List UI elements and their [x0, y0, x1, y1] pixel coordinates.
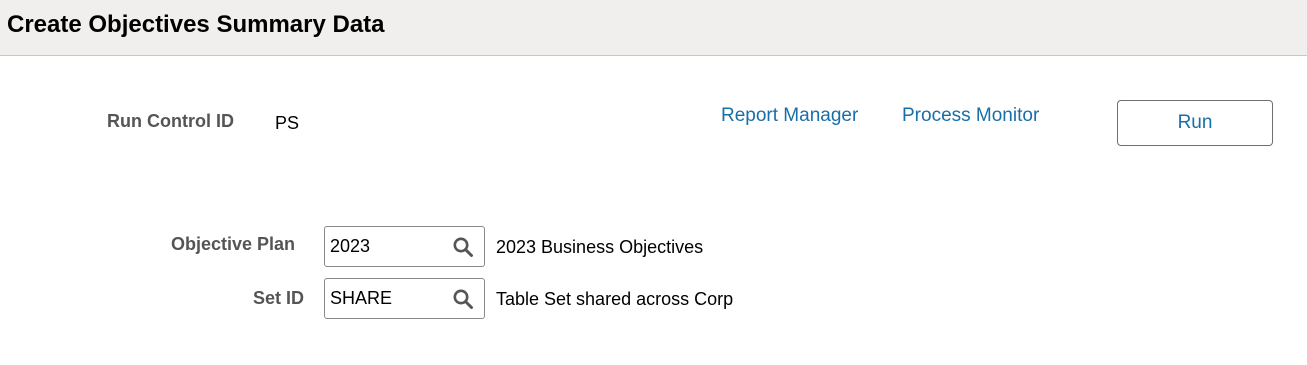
- objective-plan-input[interactable]: [330, 227, 448, 266]
- run-button[interactable]: Run: [1117, 100, 1273, 146]
- set-id-label: Set ID: [253, 288, 305, 308]
- page-title: Create Objectives Summary Data: [7, 11, 385, 38]
- set-id-description: Table Set shared across Corp: [496, 289, 734, 309]
- search-icon[interactable]: [452, 288, 474, 310]
- run-control-id-label: Run Control ID: [107, 111, 234, 131]
- set-id-field[interactable]: [324, 278, 485, 319]
- process-monitor-link[interactable]: Process Monitor: [902, 105, 1039, 127]
- report-manager-link[interactable]: Report Manager: [721, 105, 858, 127]
- search-icon[interactable]: [452, 236, 474, 258]
- objective-plan-field[interactable]: [324, 226, 485, 267]
- set-id-input[interactable]: [330, 279, 448, 318]
- page-header: Create Objectives Summary Data: [0, 0, 1307, 56]
- run-control-id-value: PS: [275, 113, 300, 133]
- objective-plan-label: Objective Plan: [171, 234, 296, 254]
- objective-plan-description: 2023 Business Objectives: [496, 237, 704, 257]
